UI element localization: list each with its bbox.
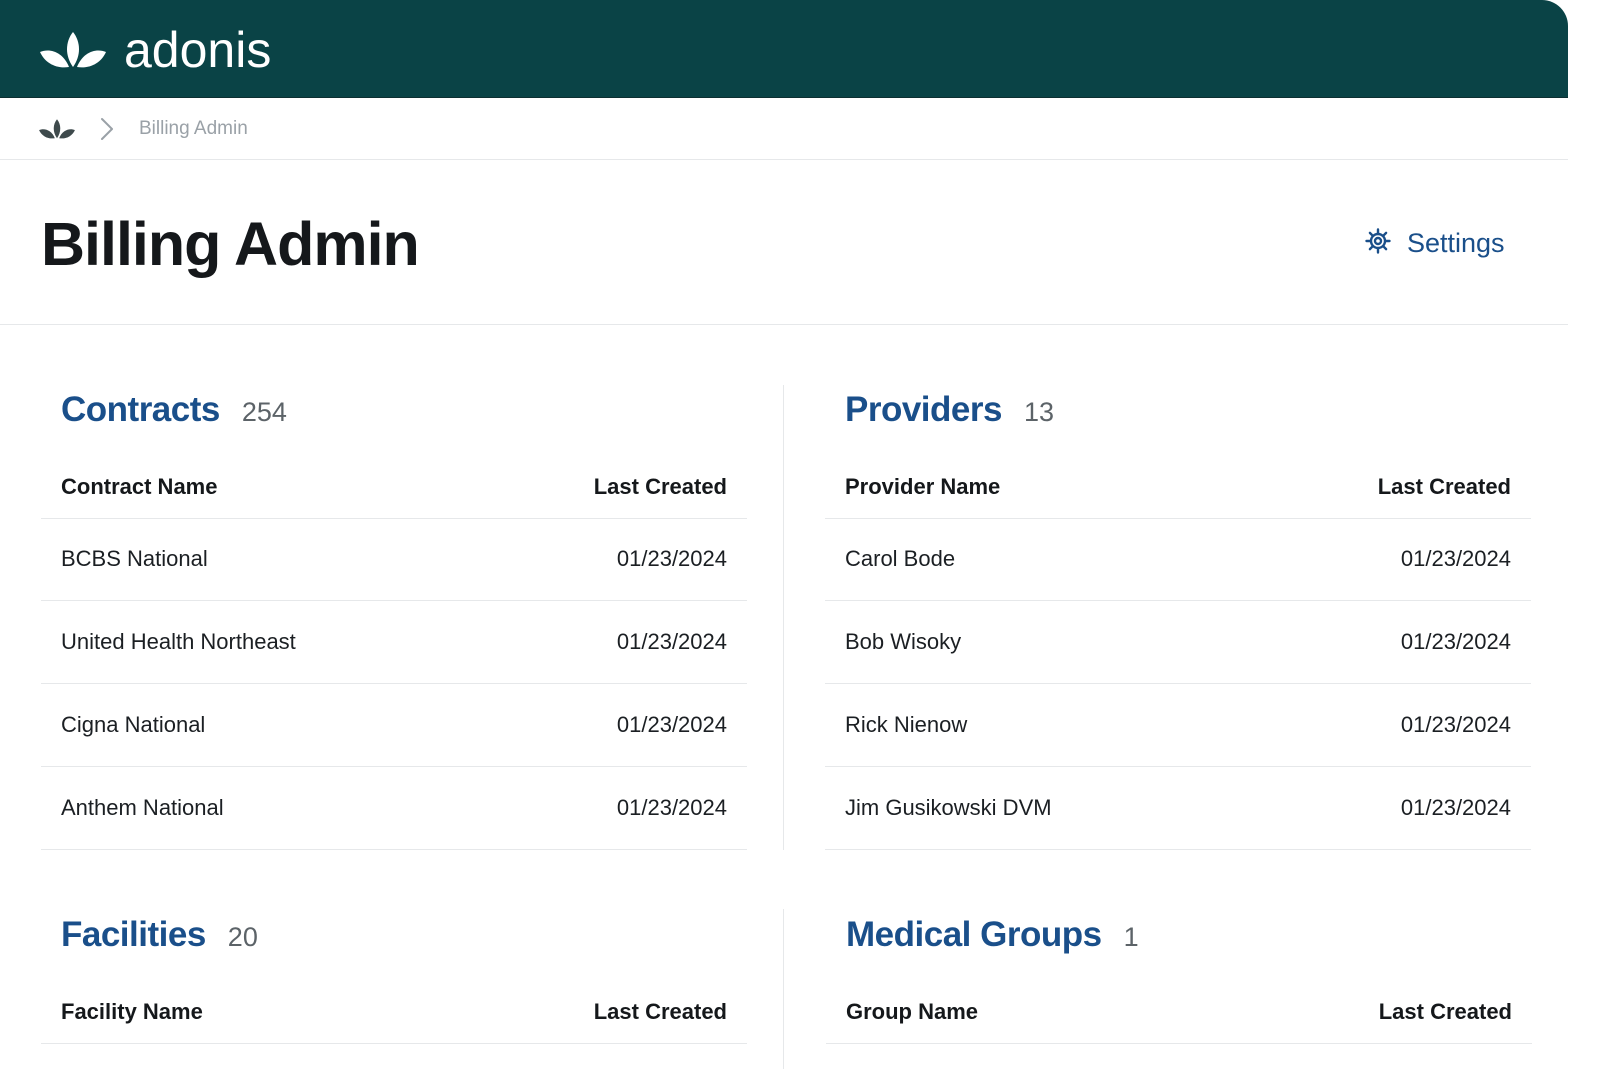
contract-name: Anthem National — [61, 795, 224, 820]
adonis-leaf-home-icon[interactable] — [38, 118, 76, 145]
contracts-title[interactable]: Contracts — [61, 388, 220, 432]
table-row[interactable]: Rick Nienow 01/23/2024 — [825, 684, 1531, 767]
provider-name: Carol Bode — [845, 546, 956, 571]
divider — [0, 324, 1568, 325]
page-title: Billing Admin — [41, 210, 420, 278]
facilities-count: 20 — [227, 922, 258, 952]
medical-groups-count: 1 — [1123, 922, 1139, 952]
last-created-date: 01/23/2024 — [1400, 546, 1511, 571]
table-row[interactable]: United Health Northeast 01/23/2024 — [41, 601, 747, 684]
facilities-title[interactable]: Facilities — [61, 913, 206, 957]
table-header: Provider Name Last Created — [825, 456, 1531, 519]
last-created-date: 01/23/2024 — [616, 546, 727, 571]
column-header-provider-name[interactable]: Provider Name — [845, 474, 1000, 500]
facilities-header: Facilities 20 — [61, 913, 258, 957]
table-row[interactable]: Carol Bode 01/23/2024 — [825, 518, 1531, 601]
contracts-header: Contracts 254 — [61, 388, 287, 432]
contract-name: United Health Northeast — [61, 629, 296, 654]
last-created-date: 01/23/2024 — [616, 795, 727, 820]
medical-groups-header: Medical Groups 1 — [846, 913, 1139, 957]
column-header-last-created[interactable]: Last Created — [594, 999, 727, 1025]
breadcrumb: Billing Admin — [0, 98, 1568, 160]
main-content: Billing Admin Billing Admin Settings Con… — [0, 98, 1568, 1069]
contracts-count: 254 — [241, 397, 287, 427]
breadcrumb-current: Billing Admin — [139, 118, 248, 139]
last-created-date: 01/23/2024 — [1400, 795, 1511, 820]
last-created-date: 01/23/2024 — [616, 629, 727, 654]
settings-button[interactable]: Settings — [1365, 225, 1505, 261]
column-header-contract-name[interactable]: Contract Name — [61, 474, 217, 500]
providers-count: 13 — [1023, 397, 1055, 427]
table-row[interactable]: Cigna National 01/23/2024 — [41, 684, 747, 767]
gear-icon — [1365, 227, 1391, 259]
settings-label: Settings — [1407, 228, 1505, 258]
last-created-date: 01/23/2024 — [1400, 629, 1511, 654]
column-header-last-created[interactable]: Last Created — [1379, 999, 1512, 1025]
table-row[interactable]: Jim Gusikowski DVM 01/23/2024 — [825, 767, 1531, 850]
column-header-facility-name[interactable]: Facility Name — [61, 999, 203, 1025]
table-row[interactable]: BCBS National 01/23/2024 — [41, 518, 747, 601]
table-header: Facility Name Last Created — [41, 981, 747, 1044]
table-row[interactable]: Anthem National 01/23/2024 — [41, 767, 747, 850]
provider-name: Rick Nienow — [845, 712, 968, 737]
providers-header: Providers 13 — [845, 388, 1054, 432]
brand-name[interactable]: adonis — [124, 20, 271, 80]
column-header-last-created[interactable]: Last Created — [594, 474, 727, 500]
app-header: adonis — [0, 0, 1568, 98]
column-header-last-created[interactable]: Last Created — [1378, 474, 1511, 500]
column-divider — [783, 385, 784, 850]
table-header: Contract Name Last Created — [41, 456, 747, 519]
providers-title[interactable]: Providers — [845, 388, 1002, 432]
last-created-date: 01/23/2024 — [1400, 712, 1511, 737]
last-created-date: 01/23/2024 — [616, 712, 727, 737]
contract-name: BCBS National — [61, 546, 208, 571]
provider-name: Jim Gusikowski DVM — [845, 795, 1052, 820]
provider-name: Bob Wisoky — [845, 629, 962, 654]
chevron-right-icon — [100, 117, 114, 146]
adonis-leaf-logo-icon[interactable] — [38, 30, 108, 75]
medical-groups-title[interactable]: Medical Groups — [846, 913, 1102, 957]
table-row[interactable]: Bob Wisoky 01/23/2024 — [825, 601, 1531, 684]
column-header-group-name[interactable]: Group Name — [846, 999, 978, 1025]
column-divider — [783, 909, 784, 1069]
table-header: Group Name Last Created — [826, 981, 1532, 1044]
contract-name: Cigna National — [61, 712, 206, 737]
